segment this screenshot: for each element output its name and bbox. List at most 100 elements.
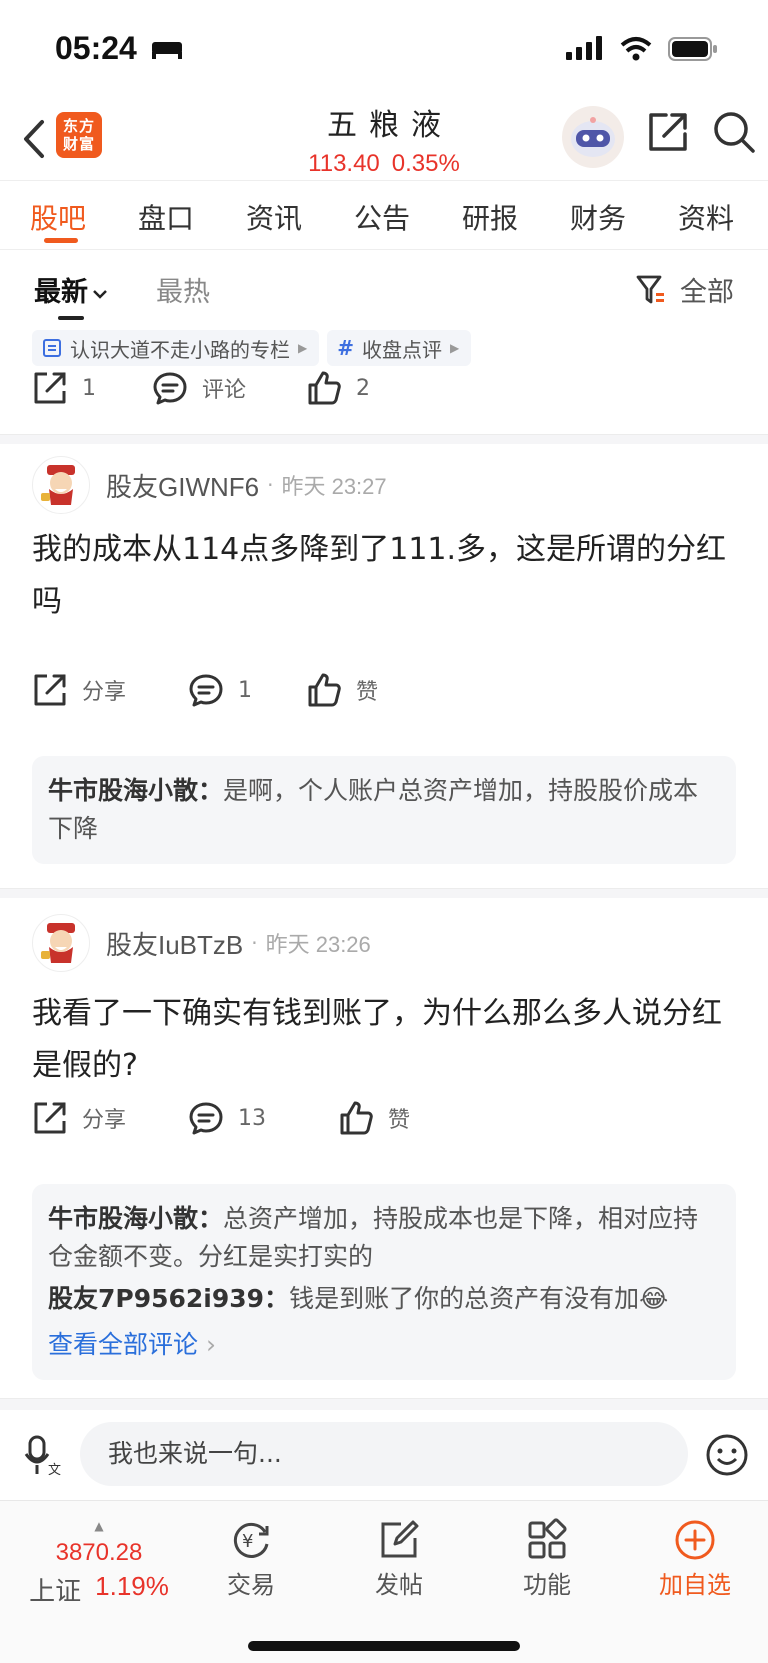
post-body[interactable]: 我看了一下确实有钱到账了，为什么那么多人说分红是假的? — [32, 988, 732, 1092]
share-label: 分享 — [82, 1108, 127, 1133]
separator-dot: · — [251, 931, 258, 955]
chip-column-label: 认识大道不走小路的专栏 — [70, 337, 290, 362]
functions-button[interactable]: 功能 — [492, 1515, 602, 1600]
index-change: 1.19% — [95, 1571, 169, 1601]
comment-action[interactable]: 评论 — [152, 370, 246, 406]
share-icon[interactable] — [646, 110, 690, 154]
share-label: 分享 — [82, 680, 127, 705]
status-bar: 05:24 — [0, 0, 768, 100]
comment-item: 牛市股海小散：总资产增加，持股成本也是下降，相对应持仓金额不变。分红是实打实的 — [48, 1200, 720, 1276]
comment-icon — [189, 1102, 223, 1135]
fortune-god-avatar-icon — [41, 923, 75, 963]
thumbs-up-icon — [308, 673, 341, 707]
share-action[interactable]: 1 — [32, 370, 96, 406]
like-count: 2 — [356, 375, 370, 401]
assistant-robot-icon[interactable] — [562, 106, 624, 168]
separator-dot: · — [267, 473, 274, 497]
stock-change: 0.35% — [391, 150, 460, 177]
chip-topic-label: 收盘点评 — [362, 337, 442, 362]
filter-icon — [636, 275, 664, 303]
post-button[interactable]: 发帖 — [344, 1515, 454, 1600]
share-action[interactable]: 分享 — [32, 672, 126, 708]
stock-price: 113.40 — [308, 150, 380, 177]
thumbs-up-icon — [340, 1101, 373, 1135]
sort-row: 最新 最热 全部 — [0, 250, 768, 320]
comment-count: 13 — [238, 1105, 266, 1131]
add-watchlist-button[interactable]: 加自选 — [640, 1515, 750, 1600]
search-icon[interactable] — [712, 110, 756, 154]
section-divider — [0, 1398, 768, 1410]
comment-action[interactable]: 13 — [188, 1100, 266, 1136]
comment-item: 股友7P9562i939：钱是到账了你的总资产有没有加😂 — [48, 1280, 720, 1318]
filter-button[interactable]: 全部 — [636, 270, 734, 309]
grid-icon — [528, 1518, 567, 1559]
see-all-comments-link[interactable]: 查看全部评论 › — [48, 1326, 720, 1364]
comment-item: 牛市股海小散：是啊，个人账户总资产增加，持股股价成本下降 — [48, 772, 720, 848]
see-all-label: 查看全部评论 — [48, 1330, 199, 1359]
comment-action[interactable]: 1 — [188, 672, 252, 708]
sort-newest-label: 最新 — [34, 277, 88, 308]
trade-button[interactable]: ¥ 交易 — [196, 1515, 306, 1600]
comment-author[interactable]: 牛市股海小散： — [48, 1204, 223, 1233]
comment-count: 1 — [238, 677, 252, 703]
post-header: 股友IuBTzB · 昨天 23:26 — [32, 914, 371, 972]
column-icon — [43, 339, 61, 357]
section-divider — [0, 888, 768, 898]
like-action[interactable]: 赞 — [338, 1100, 410, 1136]
chevron-down-icon — [93, 289, 107, 299]
stock-header: 东方 财富 五粮液 113.40 0.35% — [0, 100, 768, 180]
comment-icon — [153, 372, 187, 405]
post-time: 昨天 23:26 — [265, 932, 371, 957]
laugh-emoji-icon: 😂 — [639, 1284, 669, 1313]
tab-announcements[interactable]: 公告 — [354, 197, 410, 237]
voice-input-icon[interactable]: 文 — [24, 1434, 64, 1478]
caret-up-icon: ▲ — [94, 1519, 104, 1533]
comment-author[interactable]: 股友7P9562i939： — [48, 1284, 289, 1313]
sort-hot[interactable]: 最热 — [156, 270, 210, 309]
post-time: 昨天 23:27 — [281, 474, 387, 499]
post-body[interactable]: 我的成本从114点多降到了111.多，这是所谓的分红吗 — [32, 524, 732, 628]
post-username[interactable]: 股友IuBTzB — [106, 925, 243, 962]
chip-column[interactable]: 认识大道不走小路的专栏 ▶ — [32, 330, 320, 366]
post-username[interactable]: 股友GIWNF6 — [106, 467, 259, 504]
status-time: 05:24 — [55, 30, 137, 66]
comments-preview[interactable]: 牛市股海小散：总资产增加，持股成本也是下降，相对应持仓金额不变。分红是实打实的 … — [32, 1184, 736, 1380]
wifi-icon — [620, 37, 652, 61]
edit-icon — [381, 1520, 419, 1558]
like-action[interactable]: 2 — [306, 370, 370, 406]
sort-active-underline — [58, 316, 84, 320]
tab-news[interactable]: 资讯 — [246, 197, 302, 237]
comment-icon — [189, 674, 223, 707]
index-ticker[interactable]: ▲ 3870.28 上证 1.19% — [24, 1519, 174, 1608]
chip-arrow-icon: ▶ — [298, 341, 308, 355]
comment-author[interactable]: 牛市股海小散： — [48, 776, 223, 805]
thumbs-up-icon — [308, 371, 341, 405]
tab-pankou[interactable]: 盘口 — [138, 197, 194, 237]
comment-label: 评论 — [202, 378, 247, 403]
stock-tabs: 股吧 盘口 资讯 公告 研报 财务 资料 — [0, 180, 768, 250]
sort-newest[interactable]: 最新 — [34, 270, 108, 309]
comments-preview[interactable]: 牛市股海小散：是啊，个人账户总资产增加，持股股价成本下降 — [32, 756, 736, 864]
trade-label: 交易 — [227, 1571, 275, 1599]
like-action[interactable]: 赞 — [306, 672, 378, 708]
tab-finance[interactable]: 财务 — [570, 197, 626, 237]
share-action[interactable]: 分享 — [32, 1100, 126, 1136]
tab-guba[interactable]: 股吧 — [30, 197, 86, 237]
avatar[interactable] — [32, 914, 90, 972]
post-label: 发帖 — [375, 1571, 423, 1599]
add-circle-icon — [675, 1520, 715, 1560]
avatar[interactable] — [32, 456, 90, 514]
topic-chips: 认识大道不走小路的专栏 ▶ # 收盘点评 ▶ — [32, 330, 472, 366]
tab-profile[interactable]: 资料 — [678, 197, 734, 237]
chip-topic[interactable]: # 收盘点评 ▶ — [327, 330, 472, 366]
emoji-icon[interactable] — [704, 1432, 750, 1478]
trade-yen-icon: ¥ — [233, 1522, 269, 1558]
fortune-god-avatar-icon — [41, 465, 75, 505]
comment-input[interactable]: 我也来说一句... — [80, 1422, 688, 1486]
post-header: 股友GIWNF6 · 昨天 23:27 — [32, 456, 387, 514]
share-icon — [34, 372, 66, 404]
add-watchlist-label: 加自选 — [659, 1571, 731, 1599]
share-icon — [34, 674, 66, 706]
filter-label: 全部 — [680, 277, 734, 308]
tab-research[interactable]: 研报 — [462, 197, 518, 237]
